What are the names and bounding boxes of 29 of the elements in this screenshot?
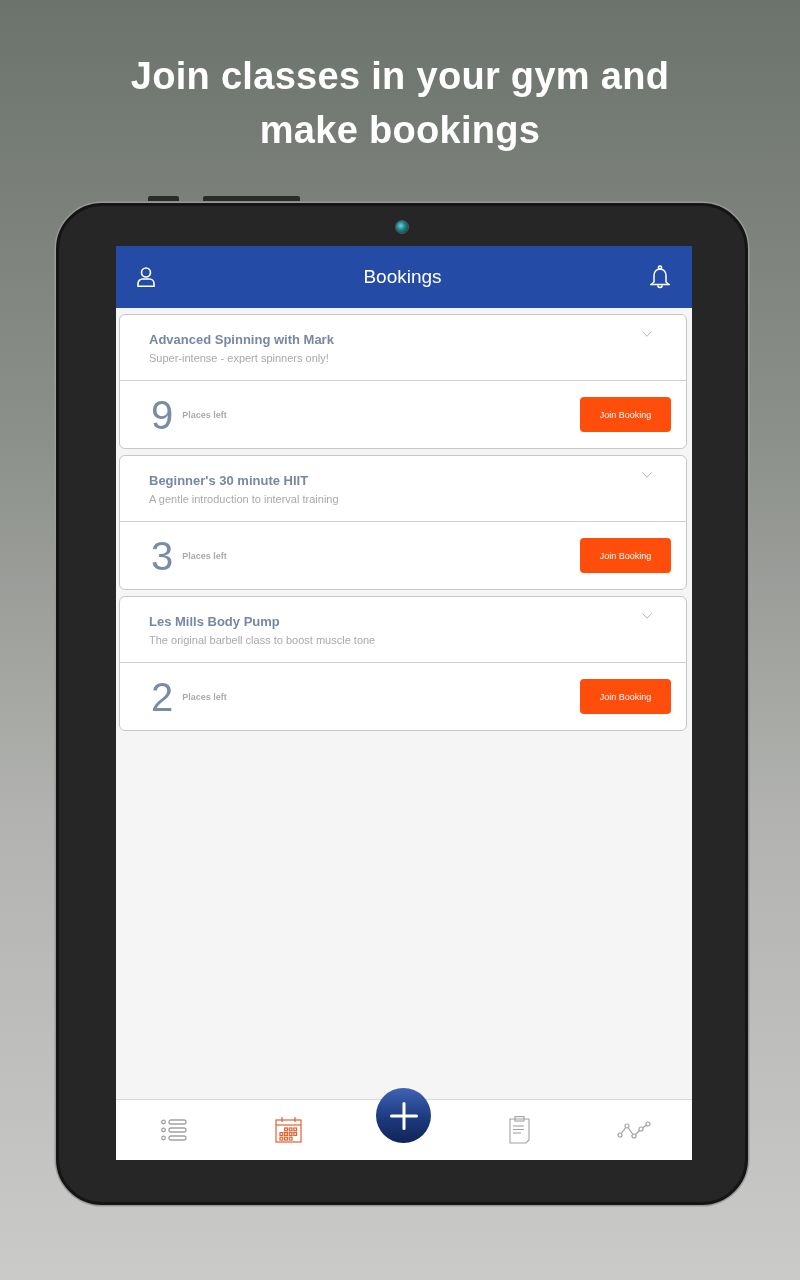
class-description: A gentle introduction to interval training [149, 492, 340, 507]
calendar-icon[interactable] [275, 1117, 303, 1143]
line-chart-icon[interactable] [617, 1121, 652, 1139]
places-count: 2 [151, 676, 174, 717]
class-title: Les Mills Body Pump [149, 613, 281, 630]
headline: Join classes in your gym and make bookings [129, 54, 671, 153]
places-label: Places left [182, 409, 227, 420]
bell-icon[interactable] [650, 265, 670, 289]
join-booking-button[interactable]: Join Booking [580, 397, 671, 432]
list-icon[interactable] [160, 1119, 187, 1141]
clipboard-icon[interactable] [508, 1116, 530, 1144]
screen-title: Bookings [363, 266, 442, 288]
plus-icon [390, 1101, 418, 1130]
class-title: Advanced Spinning with Mark [149, 331, 335, 348]
camera-lens [395, 220, 409, 234]
places-count: 9 [151, 394, 174, 435]
person-icon[interactable] [137, 267, 155, 287]
chevron-icon[interactable] [642, 331, 652, 337]
class-description: The original barbell class to boost muscle tone [149, 633, 377, 648]
join-booking-button[interactable]: Join Booking [580, 679, 671, 714]
class-description: Super-intense - expert spinners only! [149, 351, 330, 366]
places-label: Places left [182, 691, 227, 702]
class-title: Beginner's 30 minute HIIT [149, 472, 310, 489]
places-count: 3 [151, 535, 174, 576]
chevron-icon[interactable] [642, 472, 652, 478]
add-button[interactable] [376, 1088, 432, 1143]
chevron-icon[interactable] [642, 613, 652, 619]
places-label: Places left [182, 550, 227, 561]
join-booking-button[interactable]: Join Booking [580, 538, 671, 573]
